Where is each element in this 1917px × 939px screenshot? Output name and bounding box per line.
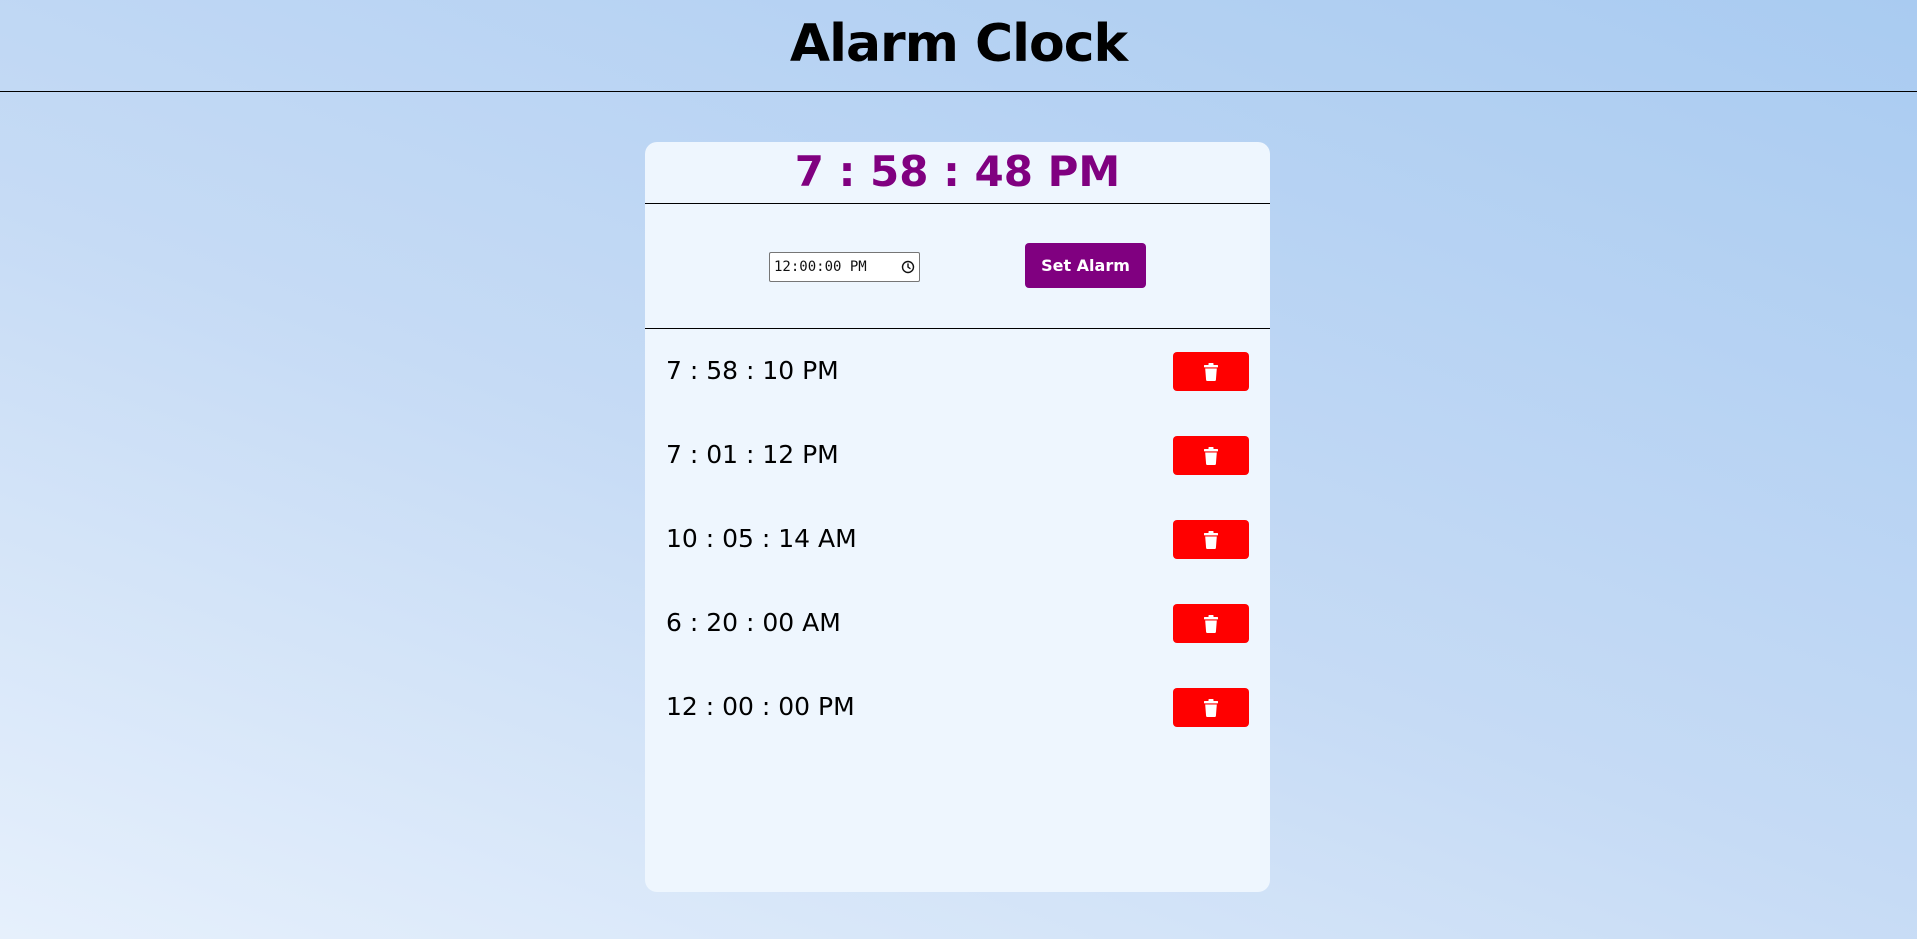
alarm-time: 10 : 05 : 14 AM — [666, 524, 857, 553]
trash-icon — [1204, 698, 1218, 717]
delete-alarm-button[interactable] — [1173, 436, 1249, 475]
page-header: Alarm Clock — [0, 0, 1917, 92]
delete-alarm-button[interactable] — [1173, 604, 1249, 643]
delete-alarm-button[interactable] — [1173, 352, 1249, 391]
clock-display: 7 : 58 : 48 PM — [645, 142, 1270, 204]
set-alarm-button[interactable]: Set Alarm — [1025, 243, 1146, 288]
alarm-card: 7 : 58 : 48 PM 12:00:00 PM Set Alarm 7 :… — [645, 142, 1270, 892]
alarm-time: 7 : 58 : 10 PM — [666, 356, 839, 385]
alarm-item: 6 : 20 : 00 AM — [645, 581, 1270, 665]
current-time: 7 : 58 : 48 PM — [794, 147, 1121, 196]
alarm-time: 12 : 00 : 00 PM — [666, 692, 855, 721]
alarm-time-input-value[interactable]: 12:00:00 PM — [774, 259, 901, 275]
delete-alarm-button[interactable] — [1173, 688, 1249, 727]
alarm-time-input[interactable]: 12:00:00 PM — [769, 252, 920, 282]
alarm-time: 6 : 20 : 00 AM — [666, 608, 841, 637]
alarm-item: 10 : 05 : 14 AM — [645, 497, 1270, 581]
page-title: Alarm Clock — [789, 14, 1128, 74]
delete-alarm-button[interactable] — [1173, 520, 1249, 559]
trash-icon — [1204, 614, 1218, 633]
clock-icon[interactable] — [901, 260, 915, 274]
trash-icon — [1204, 362, 1218, 381]
alarm-time: 7 : 01 : 12 PM — [666, 440, 839, 469]
trash-icon — [1204, 446, 1218, 465]
alarm-item: 7 : 01 : 12 PM — [645, 413, 1270, 497]
trash-icon — [1204, 530, 1218, 549]
alarm-controls: 12:00:00 PM Set Alarm — [645, 204, 1270, 329]
alarm-list: 7 : 58 : 10 PM 7 : 01 : 12 PM 10: 05: … — [645, 329, 1270, 749]
alarm-item: 7 : 58 : 10 PM — [645, 329, 1270, 413]
alarm-item: 12 : 00 : 00 PM — [645, 665, 1270, 749]
